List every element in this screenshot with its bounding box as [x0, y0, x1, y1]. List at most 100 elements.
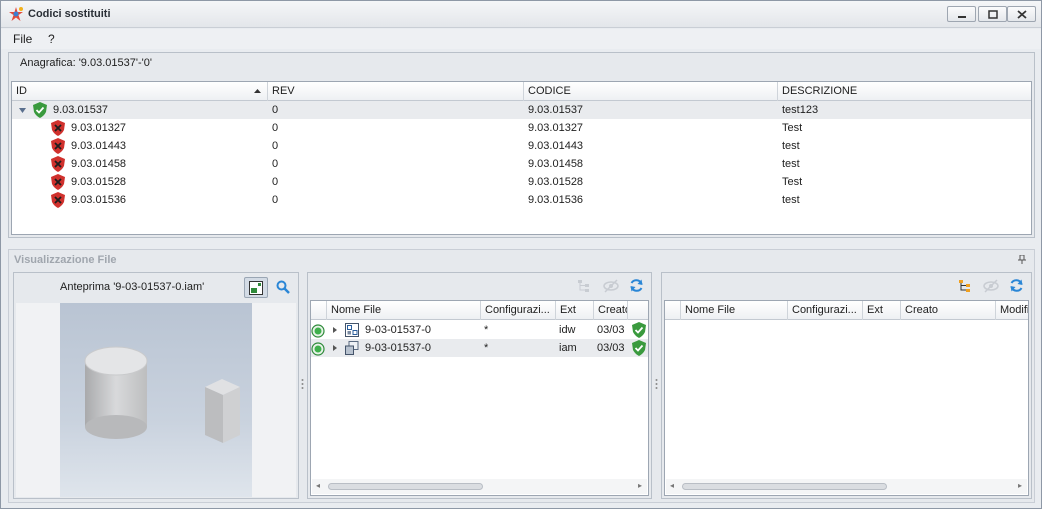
- preview-area: [16, 303, 296, 497]
- column-header-modificato[interactable]: Modific: [996, 301, 1028, 320]
- close-button[interactable]: [1007, 6, 1036, 22]
- cell-codice: 9.03.01327: [528, 122, 584, 134]
- splitter-grip-icon[interactable]: [655, 378, 658, 392]
- scrollbar-thumb[interactable]: [328, 483, 483, 490]
- grid-header: Nome File Configurazi... Ext Creato Modi…: [665, 301, 1028, 320]
- column-header-label: Configurazi...: [485, 304, 550, 316]
- column-header-label: Modific: [1000, 304, 1028, 316]
- cell-rev: 0: [272, 140, 279, 152]
- column-header-descrizione[interactable]: DESCRIZIONE: [778, 82, 1031, 101]
- cell-file-name: 9-03-01537-0: [365, 342, 432, 354]
- cell-rev: 0: [272, 194, 279, 206]
- column-header-rev[interactable]: REV: [268, 82, 524, 101]
- cell-ext: iam: [559, 342, 577, 354]
- scrollbar-thumb[interactable]: [682, 483, 887, 490]
- files-panel: Nome File Configurazi... Ext Creato 9-03…: [307, 272, 652, 499]
- hierarchy-icon[interactable]: [577, 279, 591, 293]
- cell-descrizione: test123: [782, 104, 819, 116]
- table-row[interactable]: 9.03.01458 0 9.03.01458 test: [12, 155, 1031, 173]
- zoom-icon[interactable]: [276, 280, 290, 294]
- scroll-right-icon[interactable]: ▸: [1018, 481, 1022, 490]
- cell-codice: 9.03.01458: [528, 158, 584, 170]
- maximize-button[interactable]: [978, 6, 1007, 22]
- hide-icon[interactable]: [983, 279, 999, 293]
- hide-icon[interactable]: [603, 279, 619, 293]
- main-window: Codici sostituiti File ? Anagrafica: '9.…: [0, 0, 1042, 509]
- column-header-label: Nome File: [331, 304, 382, 316]
- table-row[interactable]: 9.03.01536 0 9.03.01536 test: [12, 191, 1031, 209]
- shield-error-icon: [51, 156, 65, 172]
- sort-ascending-icon: [254, 89, 261, 93]
- cell-id: 9.03.01528: [71, 176, 127, 188]
- files-grid[interactable]: Nome File Configurazi... Ext Creato 9-03…: [310, 300, 649, 496]
- table-row[interactable]: 9.03.01528 0 9.03.01528 Test: [12, 173, 1031, 191]
- horizontal-scrollbar[interactable]: ◂ ▸: [666, 479, 1027, 494]
- shield-check-icon: [632, 340, 646, 356]
- column-header-configurazione[interactable]: Configurazi...: [788, 301, 863, 320]
- codes-grid[interactable]: ID REV CODICE DESCRIZIONE 9.03.01537 0 9…: [11, 81, 1032, 235]
- cell-file-name: 9-03-01537-0: [365, 324, 432, 336]
- column-header-indicator: [311, 301, 327, 320]
- table-row[interactable]: 9.03.01443 0 9.03.01443 test: [12, 137, 1031, 155]
- cell-configurazione: *: [484, 324, 489, 336]
- scroll-right-icon[interactable]: ▸: [638, 481, 642, 490]
- scroll-left-icon[interactable]: ◂: [316, 481, 320, 490]
- refresh-icon[interactable]: [629, 278, 644, 293]
- shield-error-icon: [51, 192, 65, 208]
- horizontal-scrollbar[interactable]: ◂ ▸: [312, 479, 647, 494]
- collapse-arrow-icon[interactable]: [19, 108, 26, 113]
- close-icon: [1017, 10, 1027, 19]
- file-row[interactable]: 9-03-01537-0 * idw 03/03: [311, 321, 648, 339]
- shield-error-icon: [51, 174, 65, 190]
- column-header-ext[interactable]: Ext: [556, 301, 594, 320]
- minimize-button[interactable]: [947, 6, 976, 22]
- model-preview-image[interactable]: [60, 303, 252, 497]
- cell-id: 9.03.01443: [71, 140, 127, 152]
- column-header-ext[interactable]: Ext: [863, 301, 901, 320]
- column-header-id[interactable]: ID: [12, 82, 268, 101]
- refresh-icon[interactable]: [1009, 278, 1024, 293]
- column-header-label: Nome File: [685, 304, 736, 316]
- cell-codice: 9.03.01536: [528, 194, 584, 206]
- column-header-codice[interactable]: CODICE: [524, 82, 778, 101]
- shield-check-icon: [632, 322, 646, 338]
- column-header-label: Ext: [867, 304, 883, 316]
- hierarchy-icon[interactable]: [958, 279, 972, 293]
- cell-rev: 0: [272, 104, 279, 116]
- toggle-preview-button[interactable]: [244, 277, 268, 298]
- table-row[interactable]: 9.03.01327 0 9.03.01327 Test: [12, 119, 1031, 137]
- app-logo-icon: [9, 7, 23, 21]
- menu-help[interactable]: ?: [48, 32, 55, 46]
- cell-rev: 0: [272, 158, 279, 170]
- preview-title: Anteprima '9-03-01537-0.iam': [60, 281, 205, 293]
- cell-descrizione: test: [782, 140, 800, 152]
- column-header-label: Creato: [598, 304, 628, 316]
- grid-header: Nome File Configurazi... Ext Creato: [311, 301, 648, 320]
- related-files-grid[interactable]: Nome File Configurazi... Ext Creato Modi…: [664, 300, 1029, 496]
- column-header-label: DESCRIZIONE: [782, 85, 858, 97]
- menu-file[interactable]: File: [13, 32, 32, 46]
- pin-icon[interactable]: [1018, 255, 1026, 264]
- splitter-grip-icon[interactable]: [301, 378, 304, 392]
- file-view-title: Visualizzazione File: [14, 254, 117, 266]
- file-view-group: Visualizzazione File Anteprima '9-03-015…: [8, 249, 1035, 503]
- scroll-left-icon[interactable]: ◂: [670, 481, 674, 490]
- column-header-creato[interactable]: Creato: [594, 301, 628, 320]
- cell-configurazione: *: [484, 342, 489, 354]
- cell-codice: 9.03.01537: [528, 104, 584, 116]
- column-header-nome-file[interactable]: Nome File: [327, 301, 481, 320]
- shield-error-icon: [51, 120, 65, 136]
- anagrafica-label: Anagrafica: '9.03.01537'-'0': [20, 57, 152, 69]
- anagrafica-group: Anagrafica: '9.03.01537'-'0' ID REV CODI…: [8, 52, 1035, 238]
- column-header-creato[interactable]: Creato: [901, 301, 996, 320]
- column-header-configurazione[interactable]: Configurazi...: [481, 301, 556, 320]
- column-header-status: [628, 301, 648, 320]
- cell-rev: 0: [272, 176, 279, 188]
- file-row[interactable]: 9-03-01537-0 * iam 03/03: [311, 339, 648, 357]
- column-header-label: ID: [16, 85, 27, 97]
- column-header-nome-file[interactable]: Nome File: [681, 301, 788, 320]
- expand-arrow-icon[interactable]: [333, 327, 337, 333]
- table-row[interactable]: 9.03.01537 0 9.03.01537 test123: [12, 101, 1031, 119]
- expand-arrow-icon[interactable]: [333, 345, 337, 351]
- cell-id: 9.03.01537: [53, 104, 109, 116]
